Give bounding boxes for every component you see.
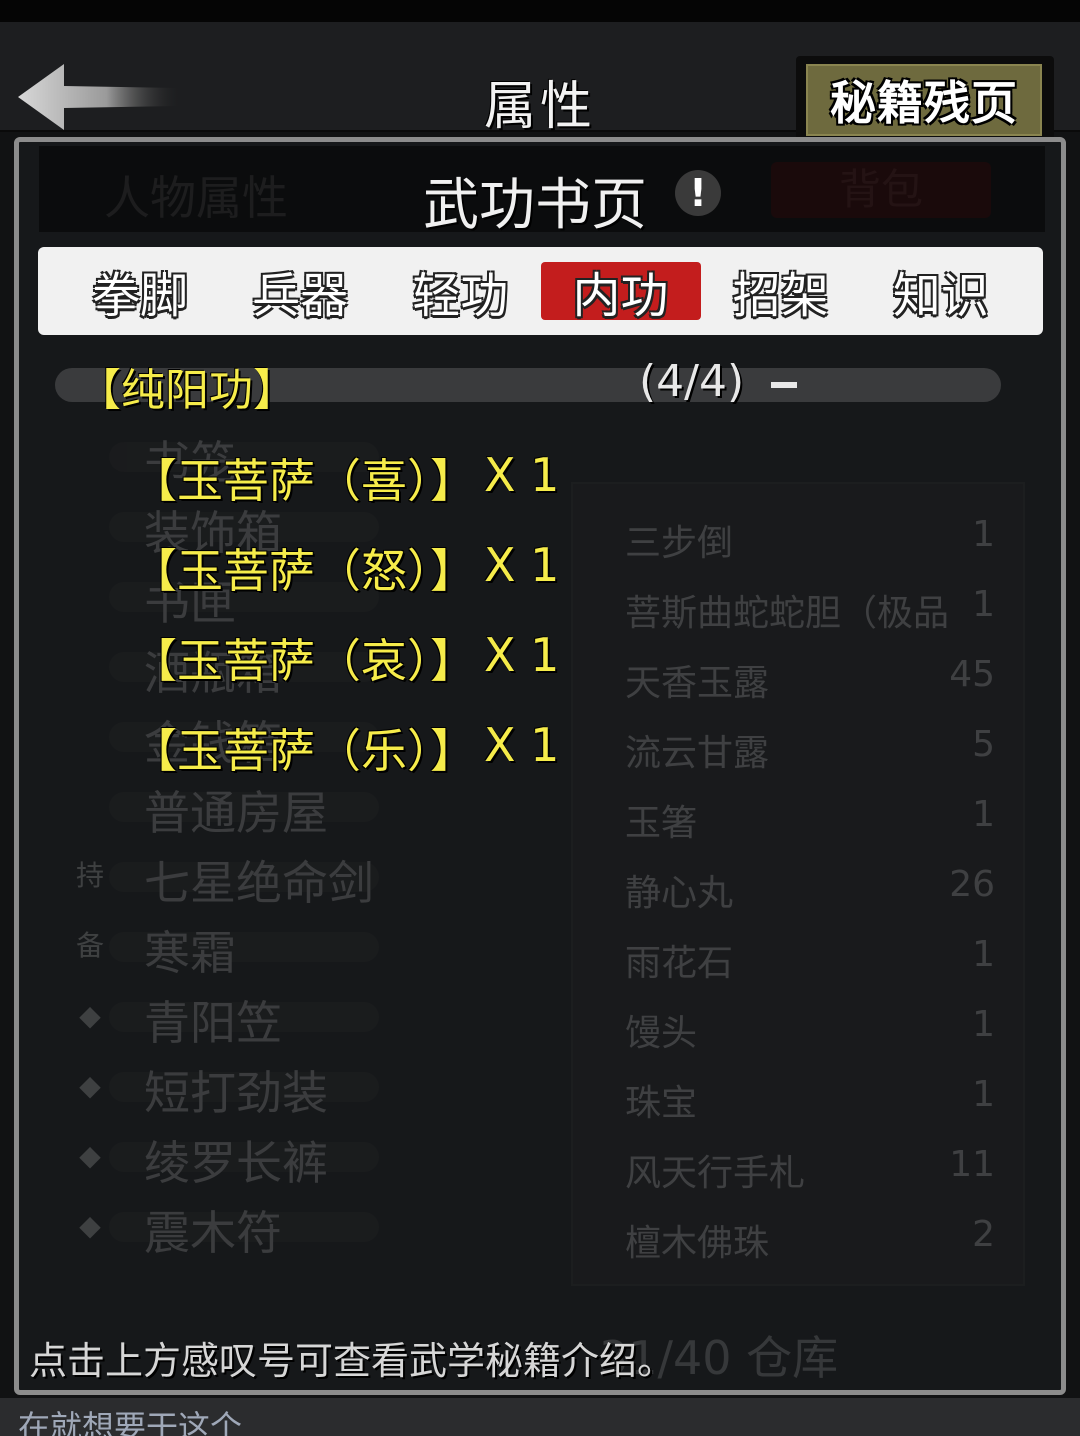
inventory-qty: 26: [949, 864, 995, 905]
tab-lightness[interactable]: 轻功: [380, 262, 540, 324]
collapse-icon[interactable]: [771, 382, 797, 388]
equip-name: 七星绝命剑: [144, 856, 374, 910]
dialog-title: 武功书页: [423, 173, 647, 238]
secret-pages-label: 秘籍残页: [806, 64, 1042, 136]
status-strip: [0, 0, 1080, 22]
tab-internal[interactable]: 内功: [540, 262, 701, 324]
required-item-qty: X 1: [484, 448, 560, 502]
required-item-name: 【玉菩萨（乐）】: [131, 724, 476, 778]
equip-name: 绫罗长裤: [144, 1136, 328, 1190]
required-item-qty: X 1: [484, 628, 560, 682]
equip-marker: ◆: [79, 1069, 101, 1102]
tab-weapon[interactable]: 兵器: [220, 262, 380, 324]
equip-name: 青阳笠: [144, 996, 282, 1050]
secret-pages-button[interactable]: 秘籍残页: [796, 56, 1054, 146]
inventory-row: 三步倒 1: [625, 514, 995, 566]
inventory-name: 玉箸: [625, 803, 698, 844]
skill-progress: (4/4): [639, 356, 745, 407]
inventory-qty: 1: [972, 1074, 995, 1115]
inventory-row: 馒头 1: [625, 1004, 995, 1056]
inventory-qty: 11: [949, 1144, 995, 1185]
inventory-name: 菩斯曲蛇蛇胆（极品: [625, 593, 950, 634]
equip-name: 震木符: [144, 1206, 282, 1260]
inventory-name: 馒头: [625, 1013, 698, 1054]
required-item-name: 【玉菩萨（哀）】: [131, 634, 476, 688]
tab-fist[interactable]: 拳脚: [60, 262, 220, 324]
inventory-row: 檀木佛珠 2: [625, 1214, 995, 1266]
inventory-name: 三步倒: [625, 523, 734, 564]
main-panel: 人物属性 背包 书笼 装饰箱 书匣 酒瓶箱 金钱箱 普通房屋 持 七星绝命剑 备…: [14, 137, 1066, 1395]
inventory-name: 风天行手札: [625, 1153, 806, 1194]
inventory-qty: 1: [972, 584, 995, 625]
required-item-qty: X 1: [484, 718, 560, 772]
inventory-name: 流云甘露: [625, 733, 770, 774]
skill-name: 【纯阳功】: [77, 365, 297, 416]
inventory-name: 珠宝: [625, 1083, 698, 1124]
inventory-qty: 2: [972, 1214, 995, 1255]
inventory-qty: 1: [972, 514, 995, 555]
inventory-row: 流云甘露 5: [625, 724, 995, 776]
equip-name: 短打劲装: [144, 1066, 328, 1120]
inventory-row: 菩斯曲蛇蛇胆（极品 1: [625, 584, 995, 636]
inventory-name: 天香玉露: [625, 663, 770, 704]
equip-marker: ◆: [79, 1139, 101, 1172]
inventory-qty: 1: [972, 794, 995, 835]
required-item-name: 【玉菩萨（喜）】: [131, 454, 476, 508]
equip-marker: 备: [75, 929, 104, 962]
category-tabs: 拳脚 兵器 轻功 内功 招架 知识: [38, 247, 1043, 335]
inventory-qty: 1: [972, 1004, 995, 1045]
footer-strip: 在就想要干这个: [0, 1398, 1080, 1436]
required-item-qty: X 1: [484, 538, 560, 592]
inventory-row: 珠宝 1: [625, 1074, 995, 1126]
tab-parry[interactable]: 招架: [701, 262, 861, 324]
inventory-list: 三步倒 1 菩斯曲蛇蛇胆（极品 1 天香玉露 45 流云甘露 5 玉箸 1 静心丸 26 雨…: [571, 482, 1025, 1286]
inventory-row: 天香玉露 45: [625, 654, 995, 706]
inventory-name: 雨花石: [625, 943, 734, 984]
equip-name: 普通房屋: [144, 786, 328, 840]
equip-marker: ◆: [79, 1209, 101, 1242]
inventory-row: 静心丸 26: [625, 864, 995, 916]
inventory-row: 玉箸 1: [625, 794, 995, 846]
inventory-qty: 5: [972, 724, 995, 765]
header-bar: 属性 秘籍残页: [0, 22, 1080, 146]
equip-marker: 持: [75, 859, 104, 892]
required-item-name: 【玉菩萨（怒）】: [131, 544, 476, 598]
inventory-row: 风天行手札 11: [625, 1144, 995, 1196]
inventory-row: 雨花石 1: [625, 934, 995, 986]
info-icon[interactable]: !: [675, 170, 721, 216]
inventory-qty: 45: [949, 654, 995, 695]
inventory-qty: 1: [972, 934, 995, 975]
equip-marker: ◆: [79, 999, 101, 1032]
inventory-name: 檀木佛珠: [625, 1223, 770, 1264]
tab-knowledge[interactable]: 知识: [861, 262, 1021, 324]
footer-text: 在就想要干这个: [18, 1408, 243, 1436]
hint-text: 点击上方感叹号可查看武学秘籍介绍。: [29, 1339, 676, 1383]
equip-name: 寒霜: [144, 926, 236, 980]
inventory-name: 静心丸: [625, 873, 734, 914]
